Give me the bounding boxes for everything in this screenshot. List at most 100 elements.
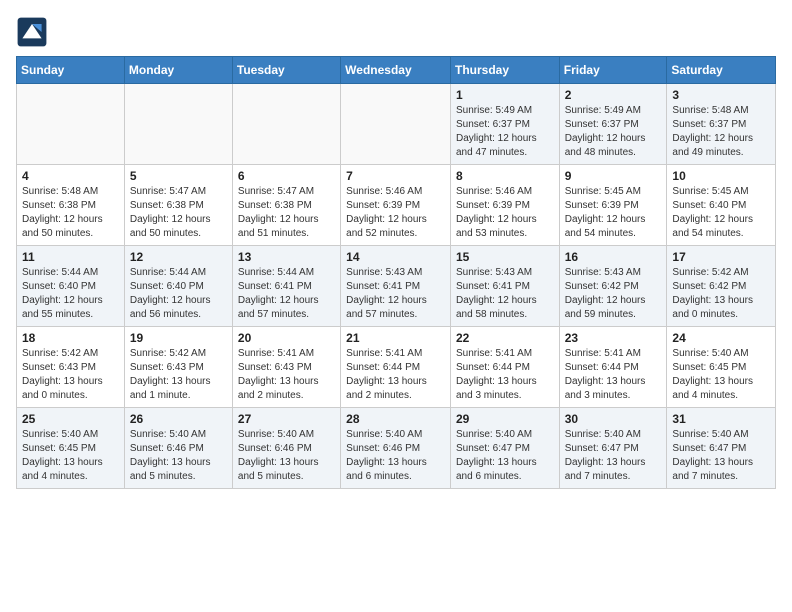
calendar-cell: 16 Sunrise: 5:43 AM Sunset: 6:42 PM Dayli… — [559, 246, 667, 327]
day-info: Sunrise: 5:43 AM Sunset: 6:41 PM Dayligh… — [346, 266, 445, 322]
day-number: 25 — [22, 412, 119, 426]
day-number: 30 — [565, 412, 662, 426]
day-info: Sunrise: 5:45 AM Sunset: 6:40 PM Dayligh… — [672, 185, 770, 241]
weekday-header-wednesday: Wednesday — [341, 57, 451, 84]
calendar-week-1: 1 Sunrise: 5:49 AM Sunset: 6:37 PM Daylig… — [17, 84, 776, 165]
calendar-cell: 31Sunrise: 5:40 AM Sunset: 6:47 PM Dayli… — [667, 408, 776, 489]
day-number: 12 — [130, 250, 227, 264]
day-number: 20 — [238, 331, 335, 345]
day-info: Sunrise: 5:41 AM Sunset: 6:43 PM Dayligh… — [238, 347, 335, 403]
day-info: Sunrise: 5:46 AM Sunset: 6:39 PM Dayligh… — [346, 185, 445, 241]
calendar-cell: 22 Sunrise: 5:41 AM Sunset: 6:44 PM Dayli… — [450, 327, 559, 408]
calendar-cell: 7 Sunrise: 5:46 AM Sunset: 6:39 PM Daylig… — [341, 165, 451, 246]
day-info: Sunrise: 5:40 AM Sunset: 6:45 PM Dayligh… — [672, 347, 770, 403]
day-number: 15 — [456, 250, 554, 264]
day-number: 19 — [130, 331, 227, 345]
weekday-header-saturday: Saturday — [667, 57, 776, 84]
day-info: Sunrise: 5:41 AM Sunset: 6:44 PM Dayligh… — [346, 347, 445, 403]
day-info: Sunrise: 5:40 AM Sunset: 6:46 PM Dayligh… — [346, 428, 445, 484]
day-info: Sunrise: 5:47 AM Sunset: 6:38 PM Dayligh… — [238, 185, 335, 241]
day-info: Sunrise: 5:48 AM Sunset: 6:37 PM Dayligh… — [672, 104, 770, 160]
day-info: Sunrise: 5:41 AM Sunset: 6:44 PM Dayligh… — [565, 347, 662, 403]
day-number: 11 — [22, 250, 119, 264]
day-info: Sunrise: 5:41 AM Sunset: 6:44 PM Dayligh… — [456, 347, 554, 403]
calendar-cell: 25 Sunrise: 5:40 AM Sunset: 6:45 PM Dayli… — [17, 408, 125, 489]
calendar-cell: 3 Sunrise: 5:48 AM Sunset: 6:37 PM Daylig… — [667, 84, 776, 165]
day-number: 7 — [346, 169, 445, 183]
day-info: Sunrise: 5:40 AM Sunset: 6:45 PM Dayligh… — [22, 428, 119, 484]
day-number: 8 — [456, 169, 554, 183]
weekday-header-monday: Monday — [124, 57, 232, 84]
day-number: 9 — [565, 169, 662, 183]
day-number: 2 — [565, 88, 662, 102]
day-info: Sunrise: 5:40 AM Sunset: 6:47 PM Dayligh… — [565, 428, 662, 484]
calendar-body: 1 Sunrise: 5:49 AM Sunset: 6:37 PM Daylig… — [17, 84, 776, 489]
day-number: 5 — [130, 169, 227, 183]
day-info: Sunrise: 5:42 AM Sunset: 6:42 PM Dayligh… — [672, 266, 770, 322]
calendar-cell — [341, 84, 451, 165]
day-info: Sunrise: 5:44 AM Sunset: 6:40 PM Dayligh… — [22, 266, 119, 322]
weekday-header-thursday: Thursday — [450, 57, 559, 84]
weekday-header-friday: Friday — [559, 57, 667, 84]
calendar-cell: 2 Sunrise: 5:49 AM Sunset: 6:37 PM Daylig… — [559, 84, 667, 165]
day-number: 16 — [565, 250, 662, 264]
calendar-cell: 5Sunrise: 5:47 AM Sunset: 6:38 PM Daylig… — [124, 165, 232, 246]
calendar-cell: 11 Sunrise: 5:44 AM Sunset: 6:40 PM Dayli… — [17, 246, 125, 327]
day-info: Sunrise: 5:43 AM Sunset: 6:42 PM Dayligh… — [565, 266, 662, 322]
day-number: 3 — [672, 88, 770, 102]
day-info: Sunrise: 5:40 AM Sunset: 6:47 PM Dayligh… — [456, 428, 554, 484]
day-number: 18 — [22, 331, 119, 345]
day-info: Sunrise: 5:40 AM Sunset: 6:46 PM Dayligh… — [238, 428, 335, 484]
calendar-cell: 10 Sunrise: 5:45 AM Sunset: 6:40 PM Dayli… — [667, 165, 776, 246]
calendar-cell: 14 Sunrise: 5:43 AM Sunset: 6:41 PM Dayli… — [341, 246, 451, 327]
calendar-cell: 27 Sunrise: 5:40 AM Sunset: 6:46 PM Dayli… — [232, 408, 340, 489]
calendar-cell: 23 Sunrise: 5:41 AM Sunset: 6:44 PM Dayli… — [559, 327, 667, 408]
calendar-cell: 20 Sunrise: 5:41 AM Sunset: 6:43 PM Dayli… — [232, 327, 340, 408]
calendar-cell: 9Sunrise: 5:45 AM Sunset: 6:39 PM Daylig… — [559, 165, 667, 246]
weekday-header-sunday: Sunday — [17, 57, 125, 84]
day-info: Sunrise: 5:43 AM Sunset: 6:41 PM Dayligh… — [456, 266, 554, 322]
calendar-cell: 29 Sunrise: 5:40 AM Sunset: 6:47 PM Dayli… — [450, 408, 559, 489]
calendar-week-4: 18 Sunrise: 5:42 AM Sunset: 6:43 PM Dayli… — [17, 327, 776, 408]
logo — [16, 16, 52, 48]
calendar-week-3: 11 Sunrise: 5:44 AM Sunset: 6:40 PM Dayli… — [17, 246, 776, 327]
calendar-cell: 15 Sunrise: 5:43 AM Sunset: 6:41 PM Dayli… — [450, 246, 559, 327]
calendar-cell: 6 Sunrise: 5:47 AM Sunset: 6:38 PM Daylig… — [232, 165, 340, 246]
weekday-header-tuesday: Tuesday — [232, 57, 340, 84]
calendar-cell: 18 Sunrise: 5:42 AM Sunset: 6:43 PM Dayli… — [17, 327, 125, 408]
calendar-cell — [232, 84, 340, 165]
day-number: 13 — [238, 250, 335, 264]
calendar-cell: 30 Sunrise: 5:40 AM Sunset: 6:47 PM Dayli… — [559, 408, 667, 489]
day-number: 1 — [456, 88, 554, 102]
day-info: Sunrise: 5:46 AM Sunset: 6:39 PM Dayligh… — [456, 185, 554, 241]
day-number: 26 — [130, 412, 227, 426]
calendar-cell: 4Sunrise: 5:48 AM Sunset: 6:38 PM Daylig… — [17, 165, 125, 246]
day-number: 14 — [346, 250, 445, 264]
calendar-cell: 8 Sunrise: 5:46 AM Sunset: 6:39 PM Daylig… — [450, 165, 559, 246]
day-info: Sunrise: 5:44 AM Sunset: 6:41 PM Dayligh… — [238, 266, 335, 322]
logo-icon — [16, 16, 48, 48]
day-number: 10 — [672, 169, 770, 183]
calendar-cell: 19Sunrise: 5:42 AM Sunset: 6:43 PM Dayli… — [124, 327, 232, 408]
calendar-header: SundayMondayTuesdayWednesdayThursdayFrid… — [17, 57, 776, 84]
calendar-cell — [17, 84, 125, 165]
weekday-header-row: SundayMondayTuesdayWednesdayThursdayFrid… — [17, 57, 776, 84]
day-number: 29 — [456, 412, 554, 426]
day-number: 23 — [565, 331, 662, 345]
calendar-table: SundayMondayTuesdayWednesdayThursdayFrid… — [16, 56, 776, 489]
day-info: Sunrise: 5:44 AM Sunset: 6:40 PM Dayligh… — [130, 266, 227, 322]
calendar-cell: 26Sunrise: 5:40 AM Sunset: 6:46 PM Dayli… — [124, 408, 232, 489]
day-number: 22 — [456, 331, 554, 345]
calendar-cell: 24 Sunrise: 5:40 AM Sunset: 6:45 PM Dayli… — [667, 327, 776, 408]
page-header — [16, 16, 776, 48]
day-number: 6 — [238, 169, 335, 183]
day-info: Sunrise: 5:42 AM Sunset: 6:43 PM Dayligh… — [22, 347, 119, 403]
day-number: 31 — [672, 412, 770, 426]
day-number: 27 — [238, 412, 335, 426]
calendar-cell: 17Sunrise: 5:42 AM Sunset: 6:42 PM Dayli… — [667, 246, 776, 327]
day-info: Sunrise: 5:49 AM Sunset: 6:37 PM Dayligh… — [456, 104, 554, 160]
day-number: 21 — [346, 331, 445, 345]
day-number: 4 — [22, 169, 119, 183]
day-number: 24 — [672, 331, 770, 345]
day-info: Sunrise: 5:49 AM Sunset: 6:37 PM Dayligh… — [565, 104, 662, 160]
